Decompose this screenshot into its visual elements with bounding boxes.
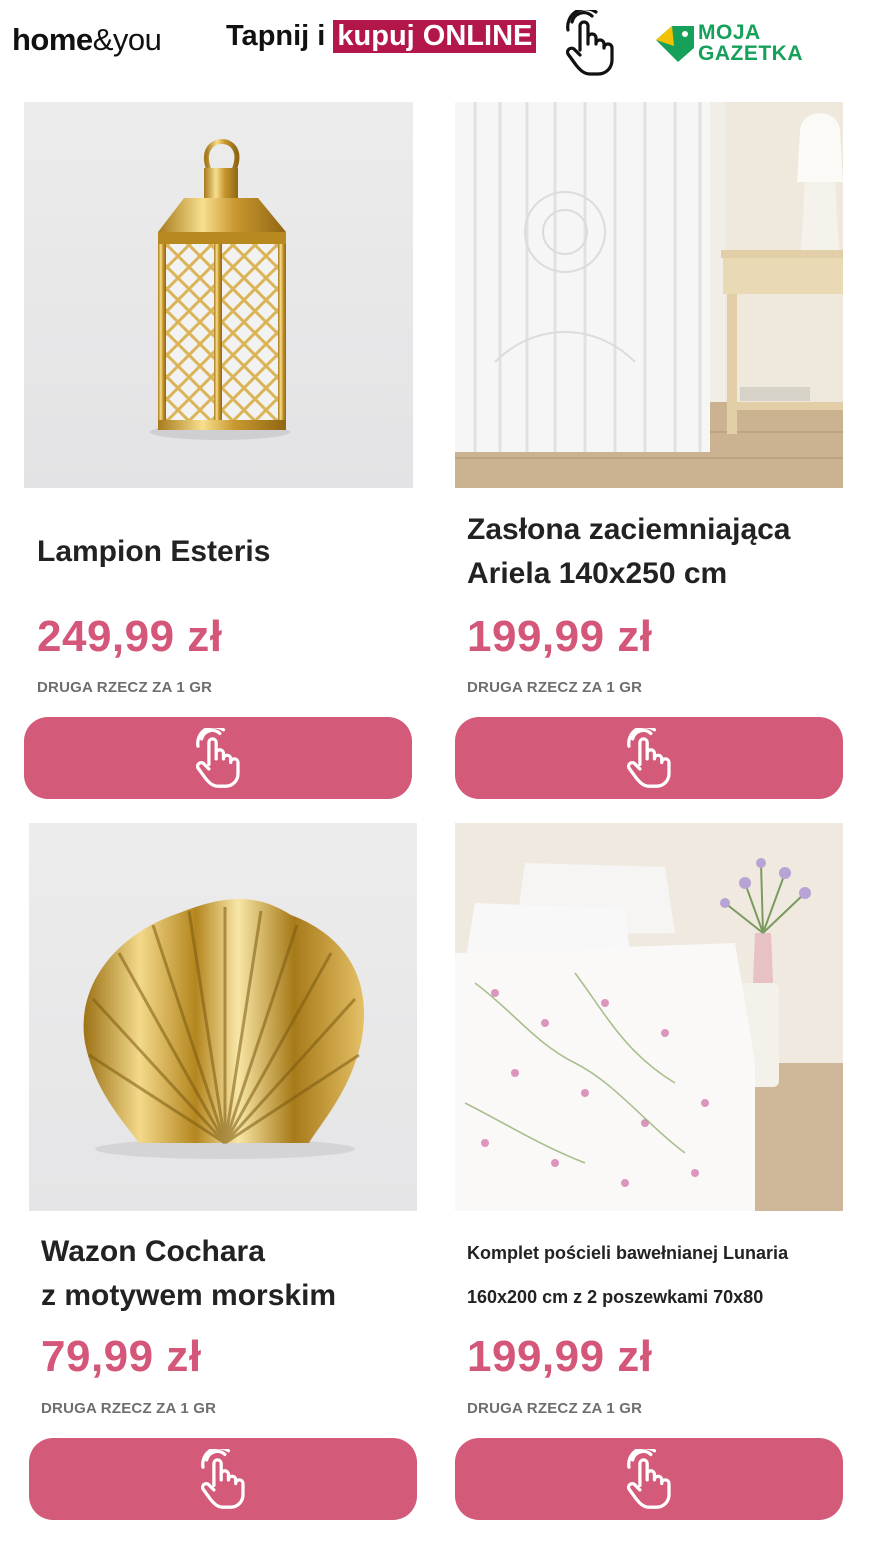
curtain-illustration [455,102,843,488]
shop-online-highlight: kupuj ONLINE [333,20,537,53]
product-price-4: 199,99 zł [467,1332,653,1381]
product-promo-3: DRUGA RZECZ ZA 1 GR [41,1400,217,1417]
header: home&you Tapnij i kupuj ONLINE MOJA GAZE… [0,0,872,92]
product-name-4-line2: 160x200 cm z 2 poszewkami 70x80 [467,1287,764,1307]
product-price-2: 199,99 zł [467,612,653,661]
tap-hand-icon [565,10,614,76]
product-image-lantern[interactable] [24,102,413,488]
product-promo-2: DRUGA RZECZ ZA 1 GR [467,679,643,696]
product-promo-4: DRUGA RZECZ ZA 1 GR [467,1400,643,1417]
product-promo-1: DRUGA RZECZ ZA 1 GR [37,679,213,696]
tap-text: Tapnij i [226,20,334,52]
buy-button-2[interactable] [455,717,843,799]
logo-ampersand: & [92,22,114,57]
product-name-3-line1: Wazon Cochara [41,1235,265,1268]
tap-hand-icon [195,728,240,788]
buy-button-4[interactable] [455,1438,843,1520]
product-price-3: 79,99 zł [41,1332,202,1381]
product-price-1: 249,99 zł [37,612,223,661]
bedding-illustration [455,823,843,1211]
product-name-1: Lampion Esteris [37,535,271,568]
moja-gazetka-logo[interactable]: MOJA GAZETKA [654,20,844,70]
product-name-4-line1: Komplet pościeli bawełnianej Lunaria [467,1243,789,1263]
tap-hand-icon [626,1449,671,1509]
home-and-you-logo[interactable]: home&you [12,22,162,58]
product-image-shell-vase[interactable] [29,823,417,1211]
logo-you: you [112,22,162,57]
price-tag-icon [656,26,694,62]
buy-button-3[interactable] [29,1438,417,1520]
tap-hand-icon [200,1449,245,1509]
product-name-2-line2: Ariela 140x250 cm [467,557,728,590]
product-name-3-line2: z motywem morskim [41,1279,337,1312]
buy-button-1[interactable] [24,717,412,799]
tap-hand-icon [626,728,671,788]
tap-to-shop-banner[interactable]: Tapnij i kupuj ONLINE [226,20,537,53]
gazetka-line2: GAZETKA [698,42,803,65]
gazetka-line1: MOJA [698,21,761,44]
lantern-illustration [150,139,290,440]
product-name-2-line1: Zasłona zaciemniająca [467,513,791,546]
logo-home: home [12,22,93,57]
product-image-curtain[interactable] [455,102,843,488]
shell-vase-illustration [83,898,365,1159]
product-image-bedding[interactable] [455,823,843,1211]
